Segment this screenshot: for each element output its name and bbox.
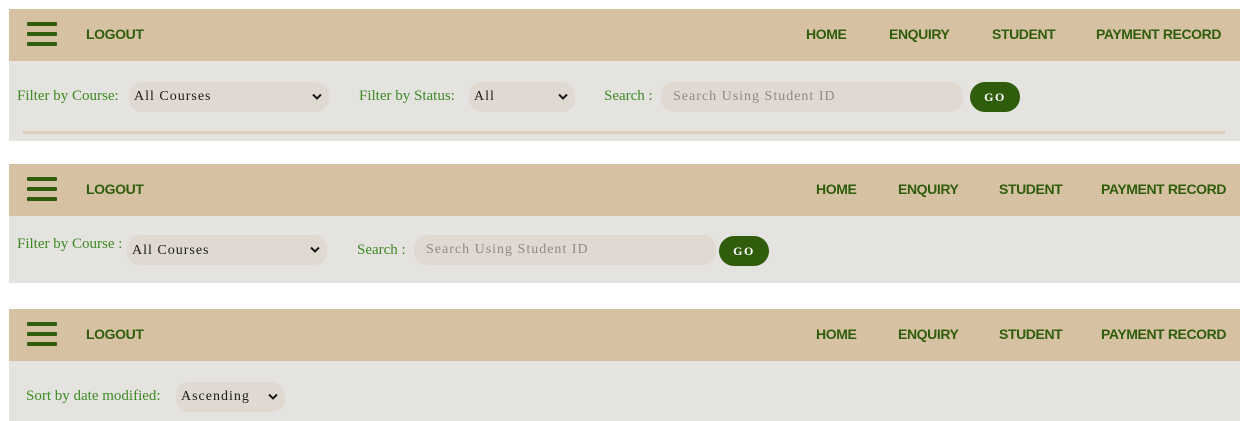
hamburger-menu-icon[interactable] bbox=[27, 322, 57, 348]
search-label: Search : bbox=[604, 88, 653, 104]
divider bbox=[23, 131, 1225, 134]
sort-label: Sort by date modified: bbox=[26, 388, 161, 404]
panel-sort: LOGOUT HOME ENQUIRY STUDENT PAYMENT RECO… bbox=[9, 309, 1240, 421]
chevron-down-icon bbox=[310, 246, 320, 253]
status-select-value: All bbox=[474, 89, 495, 104]
nav-payment-record-link[interactable]: PAYMENT RECORD bbox=[1101, 181, 1226, 197]
chevron-down-icon bbox=[558, 93, 568, 100]
nav-enquiry-link[interactable]: ENQUIRY bbox=[898, 326, 959, 342]
sort-select-value: Ascending bbox=[181, 389, 250, 404]
panel-filter-course-status: LOGOUT HOME ENQUIRY STUDENT PAYMENT RECO… bbox=[9, 9, 1240, 141]
nav-payment-record-link[interactable]: PAYMENT RECORD bbox=[1101, 326, 1226, 342]
go-button[interactable]: GO bbox=[970, 82, 1020, 112]
nav-home-link[interactable]: HOME bbox=[816, 181, 857, 197]
chevron-down-icon bbox=[268, 393, 278, 400]
top-navbar: LOGOUT HOME ENQUIRY STUDENT PAYMENT RECO… bbox=[9, 164, 1240, 216]
nav-home-link[interactable]: HOME bbox=[816, 326, 857, 342]
nav-student-link[interactable]: STUDENT bbox=[992, 26, 1056, 42]
nav-student-link[interactable]: STUDENT bbox=[999, 326, 1063, 342]
hamburger-menu-icon[interactable] bbox=[27, 177, 57, 203]
logout-link[interactable]: LOGOUT bbox=[86, 326, 144, 342]
nav-payment-record-link[interactable]: PAYMENT RECORD bbox=[1096, 26, 1221, 42]
chevron-down-icon bbox=[312, 93, 322, 100]
search-label: Search : bbox=[357, 242, 406, 258]
course-select-value: All Courses bbox=[134, 89, 212, 104]
search-input[interactable] bbox=[661, 82, 963, 112]
search-input[interactable] bbox=[414, 235, 716, 265]
status-select[interactable]: All bbox=[469, 82, 575, 112]
nav-home-link[interactable]: HOME bbox=[806, 26, 847, 42]
logout-link[interactable]: LOGOUT bbox=[86, 26, 144, 42]
filter-course-label: Filter by Course : bbox=[17, 236, 123, 252]
logout-link[interactable]: LOGOUT bbox=[86, 181, 144, 197]
hamburger-menu-icon[interactable] bbox=[27, 22, 57, 48]
nav-enquiry-link[interactable]: ENQUIRY bbox=[889, 26, 950, 42]
course-select[interactable]: All Courses bbox=[127, 235, 327, 265]
go-button[interactable]: GO bbox=[719, 236, 769, 266]
sort-select[interactable]: Ascending bbox=[176, 382, 285, 412]
nav-student-link[interactable]: STUDENT bbox=[999, 181, 1063, 197]
course-select-value: All Courses bbox=[132, 243, 210, 258]
filter-status-label: Filter by Status: bbox=[359, 88, 455, 104]
panel-filter-course: LOGOUT HOME ENQUIRY STUDENT PAYMENT RECO… bbox=[9, 164, 1240, 283]
course-select[interactable]: All Courses bbox=[129, 82, 329, 112]
nav-enquiry-link[interactable]: ENQUIRY bbox=[898, 181, 959, 197]
top-navbar: LOGOUT HOME ENQUIRY STUDENT PAYMENT RECO… bbox=[9, 9, 1240, 61]
filter-course-label: Filter by Course: bbox=[17, 88, 119, 104]
top-navbar: LOGOUT HOME ENQUIRY STUDENT PAYMENT RECO… bbox=[9, 309, 1240, 361]
